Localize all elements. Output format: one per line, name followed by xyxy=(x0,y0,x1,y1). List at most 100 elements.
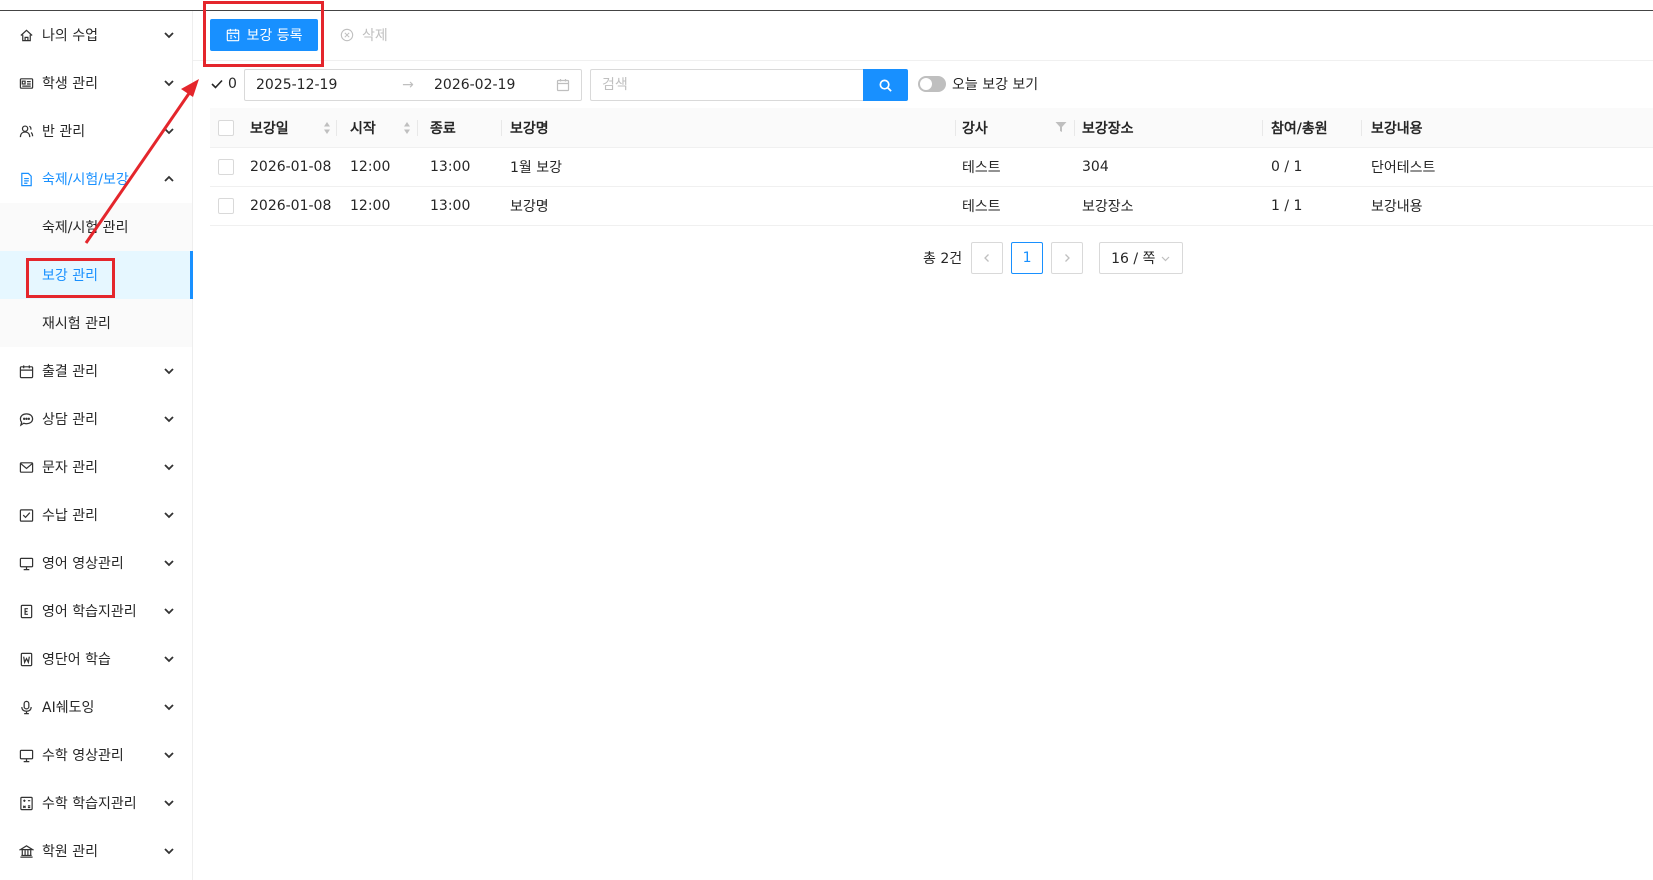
receipt-icon xyxy=(18,507,34,523)
page-size-select[interactable]: 16 / 쪽 xyxy=(1099,242,1184,274)
sidebar-item-english-video[interactable]: 영어 영상관리 xyxy=(0,539,192,587)
sidebar-item-classes[interactable]: 반 관리 xyxy=(0,107,192,155)
total-count: 총 2건 xyxy=(923,251,963,267)
prev-page-button[interactable] xyxy=(971,242,1004,274)
sidebar-item-messages[interactable]: 문자 관리 xyxy=(0,443,192,491)
cell-content: 보강내용 xyxy=(1371,199,1423,215)
table-row[interactable]: 2026-01-08 12:00 13:00 보강명 테스트 보강장소 1 / … xyxy=(210,187,1653,226)
sidebar-item-label: AI쉐도잉 xyxy=(42,700,95,716)
header-place: 보강장소 xyxy=(1082,120,1134,137)
sidebar-item-payments[interactable]: 수납 관리 xyxy=(0,491,192,539)
filter-icon[interactable] xyxy=(1055,121,1067,133)
highlight-box-register xyxy=(203,1,324,67)
date-range-picker[interactable]: 2025-12-19 → 2026-02-19 xyxy=(244,69,582,101)
word-icon xyxy=(18,651,34,667)
column-separator xyxy=(1262,120,1263,136)
search-button[interactable] xyxy=(863,69,908,101)
cell-name: 보강명 xyxy=(510,199,549,215)
chevron-down-icon xyxy=(164,32,174,39)
header-name: 보강명 xyxy=(510,120,549,137)
sidebar-item-ai-shadowing[interactable]: AI쉐도잉 xyxy=(0,683,192,731)
delete-button-label: 삭제 xyxy=(362,28,388,44)
sort-icon[interactable] xyxy=(323,121,331,135)
cell-end: 13:00 xyxy=(430,159,471,175)
sidebar-item-attendance[interactable]: 출결 관리 xyxy=(0,347,192,395)
cell-teacher: 테스트 xyxy=(962,199,1001,215)
chevron-down-icon xyxy=(164,512,174,519)
submenu-item-homework-exam[interactable]: 숙제/시험 관리 xyxy=(0,203,192,251)
cell-date: 2026-01-08 xyxy=(250,159,332,175)
close-circle-icon xyxy=(340,28,354,42)
today-toggle-switch[interactable] xyxy=(918,76,946,92)
header-teacher: 강사 xyxy=(962,120,988,137)
next-page-button[interactable] xyxy=(1051,242,1084,274)
sidebar-item-label: 영단어 학습 xyxy=(42,652,111,668)
delete-button[interactable]: 삭제 xyxy=(340,19,388,51)
chevron-down-icon xyxy=(164,464,174,471)
sidebar-item-label: 수학 학습지관리 xyxy=(42,796,137,812)
check-icon xyxy=(211,79,223,89)
users-icon xyxy=(18,123,34,139)
header-content: 보강내용 xyxy=(1371,120,1423,137)
sort-icon[interactable] xyxy=(403,121,411,135)
page-1-button[interactable]: 1 xyxy=(1011,242,1044,274)
column-separator xyxy=(955,120,956,136)
sidebar-item-label: 나의 수업 xyxy=(42,28,98,44)
column-separator xyxy=(501,120,502,136)
microphone-icon xyxy=(18,699,34,715)
header-date[interactable]: 보강일 xyxy=(250,108,289,147)
cell-place: 보강장소 xyxy=(1082,199,1134,215)
bank-icon xyxy=(18,843,34,859)
sidebar-item-label: 문자 관리 xyxy=(42,460,98,476)
header-start[interactable]: 시작 xyxy=(350,108,376,147)
calendar-icon xyxy=(556,79,570,92)
toggle-knob xyxy=(920,78,932,90)
chevron-left-icon xyxy=(984,254,990,262)
table-header: 보강일 시작 종료 보강명 강사 보강장소 참여/총원 보강내용 xyxy=(210,108,1653,148)
date-end[interactable]: 2026-02-19 xyxy=(434,77,556,93)
sidebar-item-counseling[interactable]: 상담 관리 xyxy=(0,395,192,443)
cell-attendance: 1 / 1 xyxy=(1271,198,1303,214)
chevron-down-icon xyxy=(164,80,174,87)
row-checkbox[interactable] xyxy=(218,198,234,214)
chevron-down-icon xyxy=(164,800,174,807)
chevron-down-icon xyxy=(164,608,174,615)
search-input[interactable] xyxy=(590,69,863,101)
e-book-icon xyxy=(18,603,34,619)
cell-place: 304 xyxy=(1082,159,1109,175)
chevron-down-icon xyxy=(164,704,174,711)
select-all-checkbox[interactable] xyxy=(218,119,234,136)
id-card-icon xyxy=(18,75,34,91)
sidebar-item-label: 영어 영상관리 xyxy=(42,556,124,572)
chevron-up-icon xyxy=(164,175,174,182)
header-end: 종료 xyxy=(430,120,456,137)
sidebar-item-my-class[interactable]: 나의 수업 xyxy=(0,11,192,59)
page-size-value: 16 / 쪽 xyxy=(1111,251,1156,267)
row-checkbox[interactable] xyxy=(218,159,234,175)
sidebar-item-english-worksheet[interactable]: 영어 학습지관리 xyxy=(0,587,192,635)
sidebar-item-math-video[interactable]: 수학 영상관리 xyxy=(0,731,192,779)
cell-teacher: 테스트 xyxy=(962,160,1001,176)
sidebar-item-math-worksheet[interactable]: 수학 학습지관리 xyxy=(0,779,192,827)
chevron-down-icon xyxy=(164,128,174,135)
date-separator-arrow: → xyxy=(402,77,414,93)
sidebar-item-english-words[interactable]: 영단어 학습 xyxy=(0,635,192,683)
calculator-icon xyxy=(18,795,34,811)
selected-count-value: 0 xyxy=(228,76,237,92)
submenu-item-retest[interactable]: 재시험 관리 xyxy=(0,299,192,347)
table-row[interactable]: 2026-01-08 12:00 13:00 1월 보강 테스트 304 0 /… xyxy=(210,148,1653,187)
today-toggle-label: 오늘 보강 보기 xyxy=(952,77,1039,93)
cell-start: 12:00 xyxy=(350,159,391,175)
column-separator xyxy=(417,120,418,136)
mail-icon xyxy=(18,459,34,475)
search-box xyxy=(590,69,908,101)
date-start[interactable]: 2025-12-19 xyxy=(256,77,396,93)
sidebar-item-academy[interactable]: 학원 관리 xyxy=(0,827,192,875)
cell-end: 13:00 xyxy=(430,198,471,214)
sidebar-item-label: 반 관리 xyxy=(42,124,86,140)
sidebar-item-students[interactable]: 학생 관리 xyxy=(0,59,192,107)
sidebar-item-homework-exam-makeup[interactable]: 숙제/시험/보강 xyxy=(0,155,192,203)
sidebar-item-label: 숙제/시험/보강 xyxy=(42,172,129,188)
sidebar: 나의 수업 학생 관리 반 관리 숙제/시험/보강 숙제/시험 관리 보강 관리… xyxy=(0,11,193,880)
search-icon xyxy=(879,79,892,92)
